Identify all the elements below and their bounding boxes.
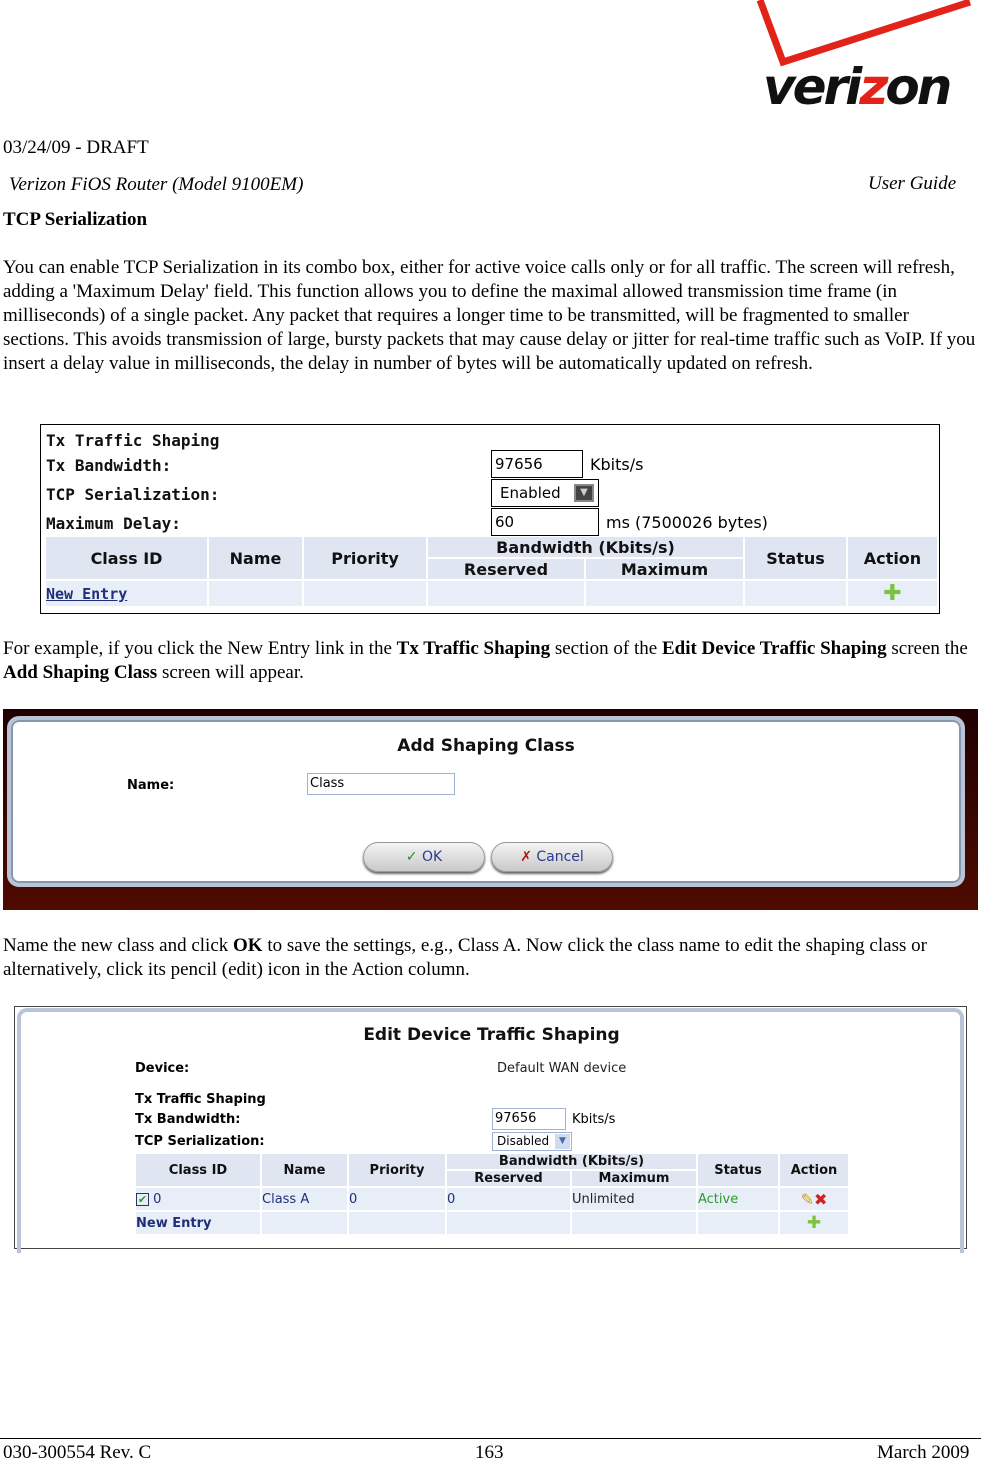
max-delay-label: Maximum Delay: — [46, 514, 181, 533]
tcp-serialization-select[interactable]: Enabled ▼ — [491, 479, 599, 507]
col-name: Name — [209, 537, 302, 579]
table-row: New Entry ✚ — [136, 1212, 848, 1234]
ok-button[interactable]: ✓ OK — [363, 842, 485, 872]
col-name: Name — [262, 1154, 347, 1186]
new-entry-link[interactable]: New Entry — [46, 585, 127, 603]
name-label: Name: — [127, 778, 175, 793]
guide-label: User Guide — [868, 173, 957, 194]
check-icon: ✓ — [405, 849, 418, 865]
col-bandwidth: Bandwidth (Kbits/s) — [428, 537, 743, 557]
tcp-serialization-select[interactable]: Disabled ▼ — [492, 1132, 572, 1151]
cancel-button[interactable]: ✗ Cancel — [491, 842, 613, 872]
col-priority: Priority — [349, 1154, 445, 1186]
verizon-logo: verizon — [755, 0, 981, 118]
shaping-class-table: Class ID Name Priority Bandwidth (Kbits/s) S… — [44, 535, 939, 608]
footer-date: March 2009 — [877, 1442, 970, 1463]
col-class-id: Class ID — [136, 1154, 260, 1186]
chevron-down-icon[interactable]: ▼ — [555, 1134, 570, 1149]
tx-bandwidth-input[interactable]: 97656 — [491, 450, 583, 478]
shaping-class-table: Class ID Name Priority Bandwidth (Kbits/s) S… — [134, 1152, 850, 1236]
bw-unit: Kbits/s — [590, 455, 644, 474]
dialog-title: Add Shaping Class — [397, 736, 575, 756]
svg-text:verizon: verizon — [763, 58, 950, 116]
device-value: Default WAN device — [497, 1061, 627, 1076]
tx-bandwidth-label: Tx Bandwidth: — [46, 456, 172, 475]
delay-unit: ms (7500026 bytes) — [606, 513, 768, 532]
footer-divider — [0, 1438, 981, 1439]
add-icon[interactable]: ✚ — [848, 581, 937, 606]
tx-bandwidth-input[interactable]: 97656 — [492, 1108, 566, 1130]
name-input[interactable]: Class — [307, 773, 455, 795]
edit-device-shaping-screenshot: Edit Device Traffic Shaping Device: Defa… — [14, 1006, 967, 1253]
paragraph-example: For example, if you click the New Entry … — [3, 638, 968, 683]
draft-date: 03/24/09 - DRAFT — [3, 137, 149, 158]
col-priority: Priority — [304, 537, 426, 579]
class-checkbox[interactable]: ✔ — [136, 1192, 149, 1206]
status-cell: Active — [698, 1188, 778, 1210]
doc-number: 030-300554 Rev. C — [3, 1442, 152, 1463]
class-name-link[interactable]: Class A — [262, 1192, 309, 1207]
product-name: Verizon FiOS Router (Model 9100EM) — [9, 174, 304, 195]
edit-title: Edit Device Traffic Shaping — [363, 1025, 620, 1045]
tcp-serialization-label: TCP Serialization: — [135, 1134, 265, 1149]
page-number: 163 — [475, 1442, 504, 1463]
paragraph-intro: You can enable TCP Serialization in its … — [3, 257, 976, 374]
col-maximum: Maximum — [586, 559, 743, 579]
delete-icon[interactable]: ✖ — [814, 1190, 827, 1209]
reserved-cell: 0 — [447, 1188, 570, 1210]
col-bandwidth: Bandwidth (Kbits/s) — [447, 1154, 696, 1169]
table-row: New Entry ✚ — [46, 581, 937, 606]
dropdown-arrow-icon[interactable]: ▼ — [574, 484, 594, 502]
device-label: Device: — [135, 1061, 190, 1076]
tx-shaping-title: Tx Traffic Shaping — [135, 1092, 266, 1107]
tcp-serialization-label: TCP Serialization: — [46, 485, 220, 504]
col-status: Status — [745, 537, 846, 579]
pencil-icon[interactable]: ✎ — [801, 1190, 814, 1209]
dialog-panel: Add Shaping Class Name: Class ✓ OK ✗ Can… — [7, 716, 965, 887]
col-action: Action — [780, 1154, 848, 1186]
tx-bandwidth-label: Tx Bandwidth: — [135, 1112, 241, 1127]
col-class-id: Class ID — [46, 537, 207, 579]
paragraph-name-class: Name the new class and click OK to save … — [3, 935, 927, 980]
col-maximum: Maximum — [572, 1171, 696, 1186]
col-status: Status — [698, 1154, 778, 1186]
bw-unit: Kbits/s — [572, 1112, 616, 1127]
x-icon: ✗ — [520, 849, 532, 865]
section-title: TCP Serialization — [3, 209, 148, 230]
add-shaping-class-screenshot: Add Shaping Class Name: Class ✓ OK ✗ Can… — [3, 709, 978, 910]
table-row: ✔ 0 Class A 0 0 Unlimited Active ✎✖ — [136, 1188, 848, 1210]
tx-shaping-title: Tx Traffic Shaping — [46, 431, 220, 450]
col-reserved: Reserved — [447, 1171, 570, 1186]
col-reserved: Reserved — [428, 559, 584, 579]
max-delay-input[interactable]: 60 — [491, 508, 599, 536]
tcp-serialization-value: Enabled — [500, 484, 561, 502]
new-entry-link[interactable]: New Entry — [136, 1216, 211, 1231]
priority-cell: 0 — [349, 1188, 445, 1210]
add-icon[interactable]: ✚ — [780, 1212, 848, 1234]
tx-shaping-screenshot: Tx Traffic Shaping Tx Bandwidth: TCP Ser… — [40, 424, 940, 614]
col-action: Action — [848, 537, 937, 579]
maximum-cell: Unlimited — [572, 1188, 696, 1210]
